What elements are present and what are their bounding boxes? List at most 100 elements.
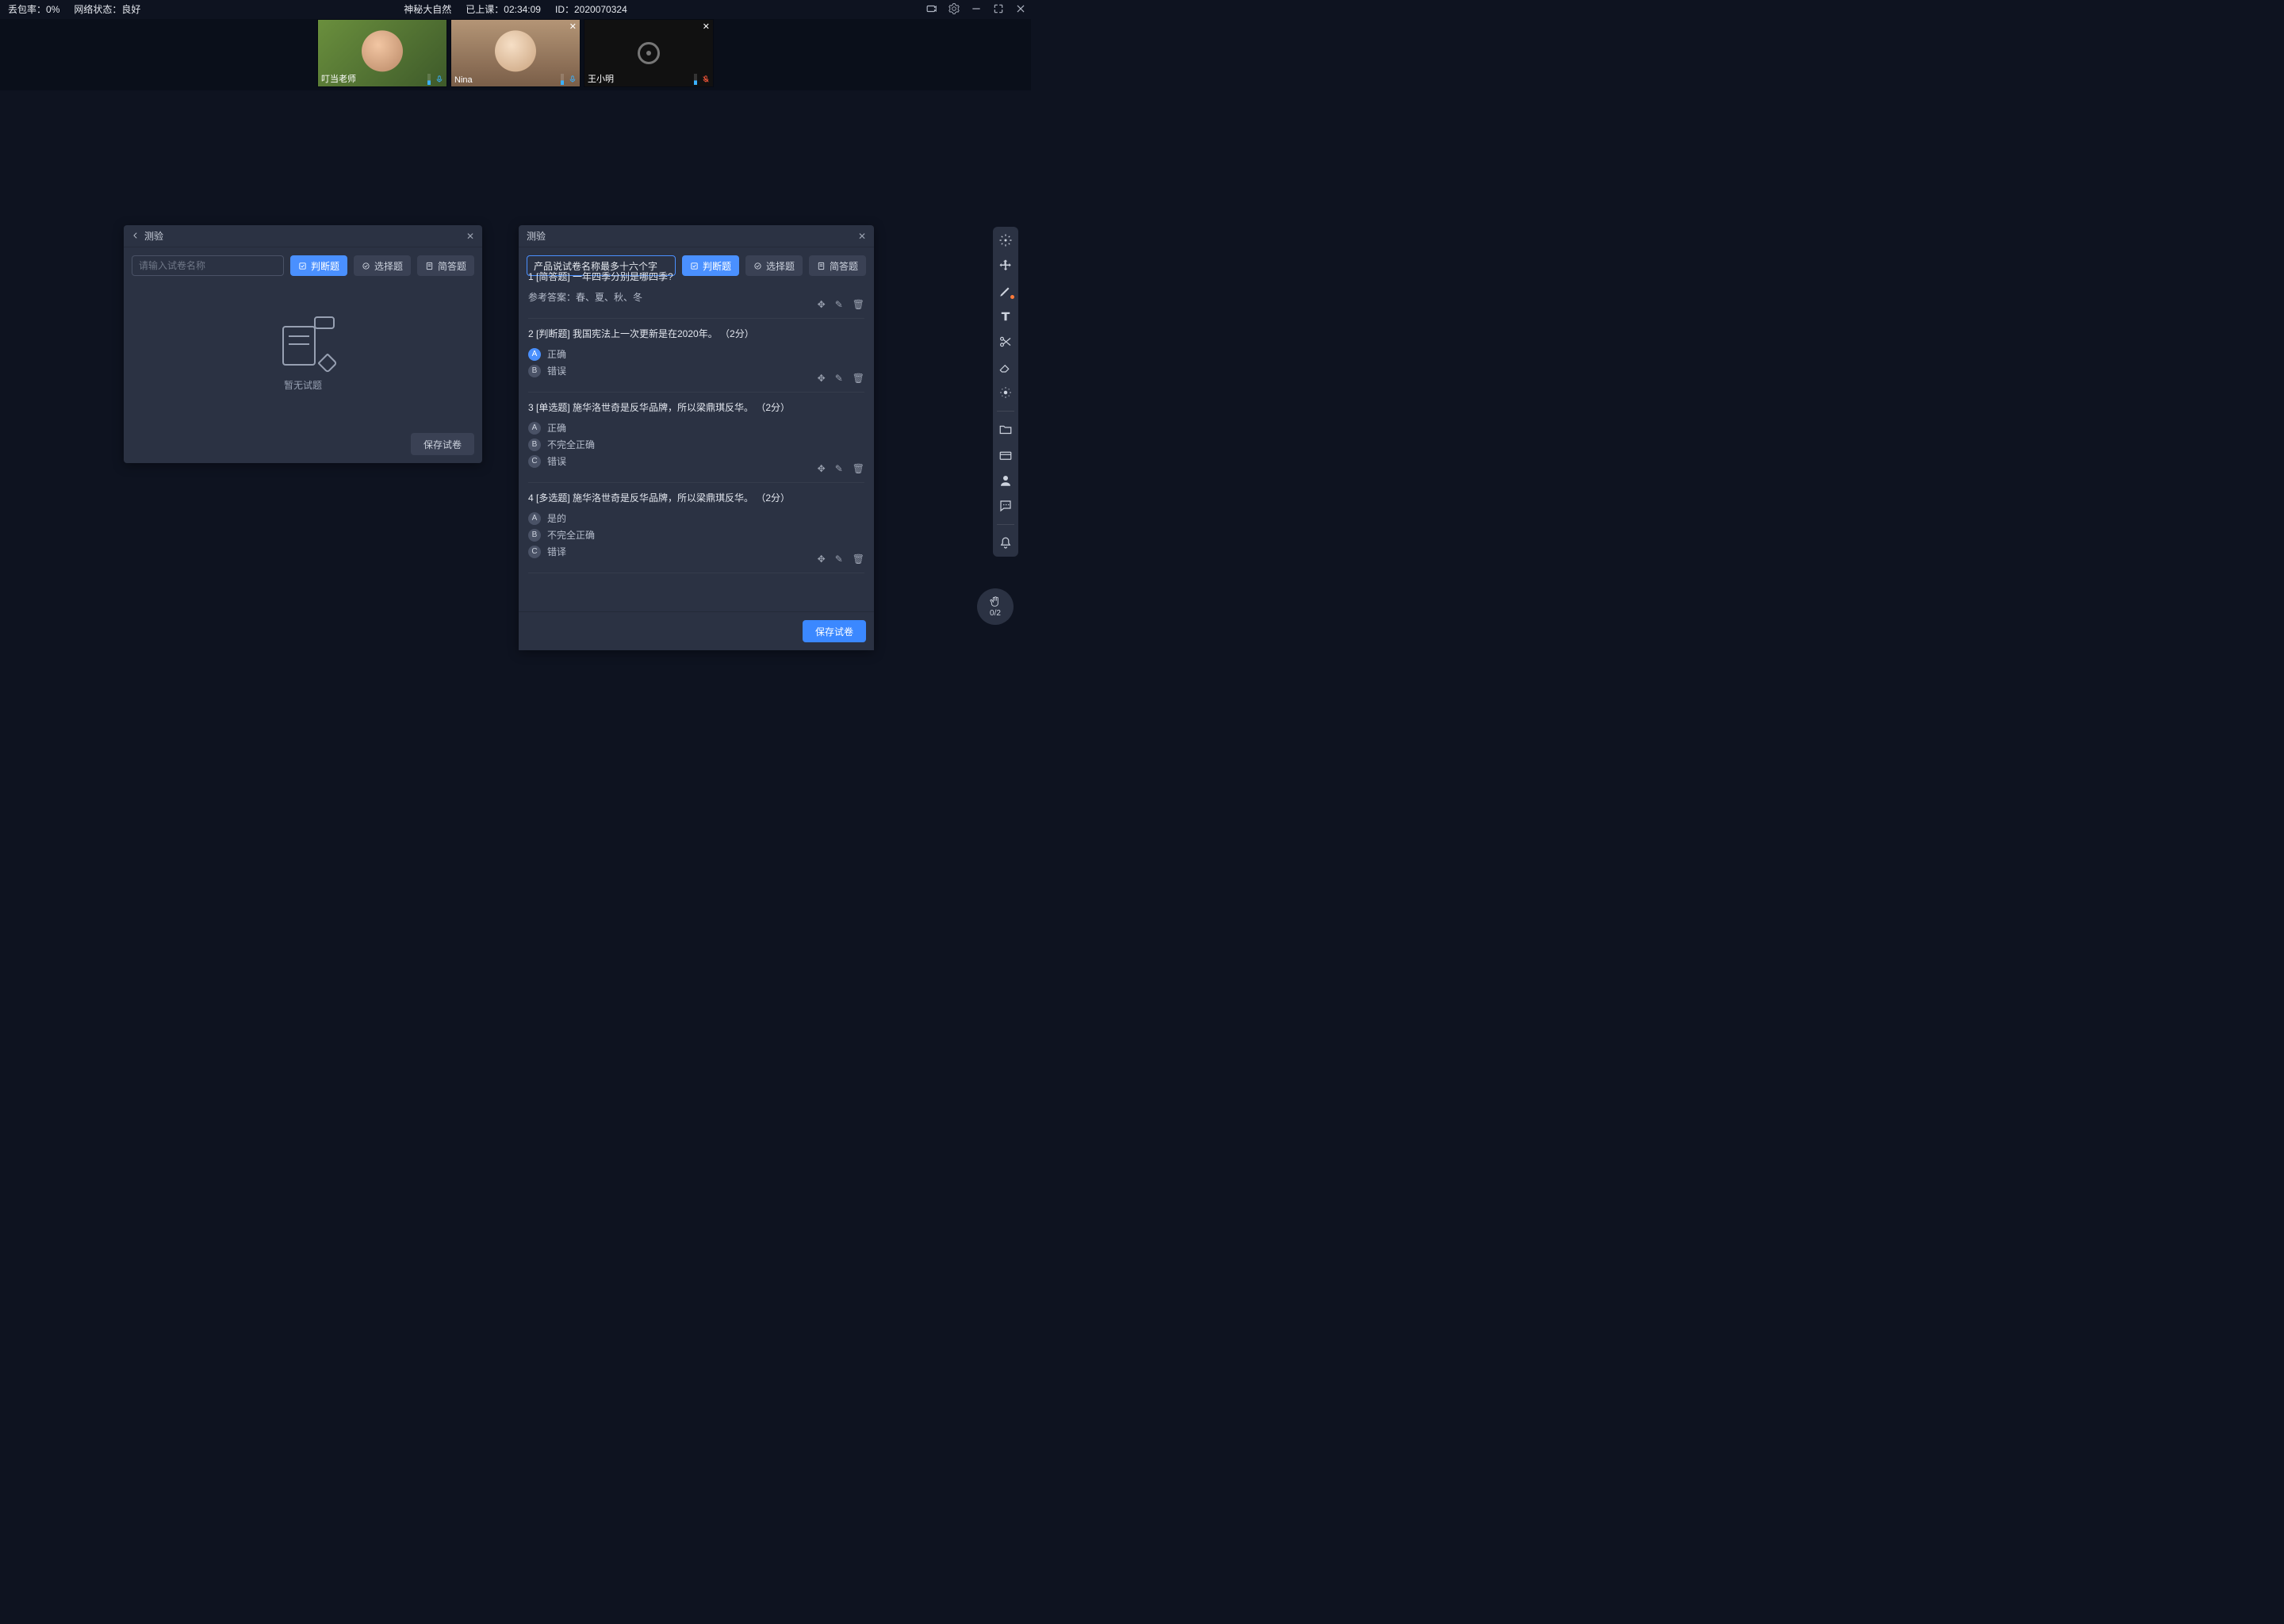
eraser-icon[interactable]: [998, 360, 1013, 374]
option-text: 不完全正确: [547, 438, 595, 451]
edit-icon[interactable]: ✎: [835, 373, 843, 384]
panel-close-icon[interactable]: ✕: [858, 231, 866, 242]
question-option[interactable]: B 错误: [528, 364, 864, 377]
panel-close-icon[interactable]: ✕: [466, 231, 474, 242]
mic-icon: [569, 74, 577, 85]
add-choice-button[interactable]: 选择题: [354, 255, 411, 276]
participant-name: Nina: [454, 75, 473, 85]
fullscreen-icon[interactable]: [993, 3, 1004, 14]
question-title: 3 [单选题] 施华洛世奇是反华品牌，所以梁鼎琪反华。 （2分）: [528, 400, 864, 415]
hand-icon: [989, 596, 1002, 608]
move-icon[interactable]: ✥: [818, 373, 826, 384]
quiz-name-input[interactable]: [132, 255, 284, 276]
folder-icon[interactable]: [998, 423, 1013, 437]
add-short-button[interactable]: 简答题: [417, 255, 474, 276]
delete-icon[interactable]: 🗑: [853, 553, 864, 565]
option-text: 不完全正确: [547, 528, 595, 542]
video-card-teacher[interactable]: 叮当老师: [317, 19, 447, 87]
hand-count: 0/2: [990, 609, 1001, 618]
option-text: 正确: [547, 347, 566, 361]
panel-title: 测验: [144, 229, 163, 243]
move-icon[interactable]: ✥: [818, 553, 826, 565]
option-badge: B: [528, 439, 541, 451]
add-judge-button[interactable]: 判断题: [290, 255, 347, 276]
empty-text: 暂无试题: [284, 378, 322, 392]
option-badge: B: [528, 529, 541, 542]
bell-icon[interactable]: [998, 536, 1013, 550]
empty-state: 暂无试题: [124, 284, 482, 427]
delete-icon[interactable]: 🗑: [853, 373, 864, 384]
question-option[interactable]: B 不完全正确: [528, 528, 864, 542]
video-close-icon[interactable]: ✕: [569, 21, 577, 32]
courseware-icon[interactable]: [998, 448, 1013, 462]
user-icon[interactable]: [998, 473, 1013, 488]
delete-icon[interactable]: 🗑: [853, 299, 864, 310]
video-row: 叮当老师 ✕ Nina ✕ 王小明: [0, 19, 1031, 90]
move-icon[interactable]: ✥: [818, 299, 826, 310]
elapsed-time: 已上课：02:34:09: [466, 2, 541, 16]
minimize-icon[interactable]: [971, 3, 982, 14]
question-option[interactable]: A 正确: [528, 347, 864, 361]
participant-name: 叮当老师: [321, 72, 356, 85]
camera-toggle-icon[interactable]: [926, 3, 937, 14]
question-title: 4 [多选题] 施华洛世奇是反华品牌，所以梁鼎琪反华。 （2分）: [528, 491, 864, 505]
option-text: 错误: [547, 454, 566, 468]
option-text: 正确: [547, 421, 566, 435]
quiz-panel-filled: 测验 ✕ 判断题 选择题 简答题 1 [简答题] 一年四季分别是哪四季?参考答案…: [519, 225, 874, 650]
question-item: 4 [多选题] 施华洛世奇是反华品牌，所以梁鼎琪反华。 （2分） A是的 B 不完全正…: [528, 483, 864, 573]
edit-icon[interactable]: ✎: [835, 463, 843, 474]
delete-icon[interactable]: 🗑: [853, 463, 864, 474]
edit-icon[interactable]: ✎: [835, 299, 843, 310]
video-card-student[interactable]: ✕ 王小明: [584, 19, 714, 87]
cursor-click-icon[interactable]: [998, 233, 1013, 247]
move-icon[interactable]: [998, 259, 1013, 273]
option-badge: C: [528, 546, 541, 558]
panel-title: 测验: [527, 229, 546, 243]
course-name: 神秘大自然: [404, 2, 451, 16]
option-badge: B: [528, 365, 541, 377]
camera-off-icon: [638, 42, 660, 64]
save-quiz-button[interactable]: 保存试卷: [803, 620, 866, 642]
option-badge: A: [528, 512, 541, 525]
edit-icon[interactable]: ✎: [835, 553, 843, 565]
pen-icon[interactable]: [998, 284, 1013, 298]
question-option[interactable]: A 正确: [528, 421, 864, 435]
chat-icon[interactable]: [998, 499, 1013, 513]
brightness-icon[interactable]: [998, 385, 1013, 400]
scissors-icon[interactable]: [998, 335, 1013, 349]
video-card-student[interactable]: ✕ Nina: [450, 19, 581, 87]
quiz-panel-empty: 测验 ✕ 判断题 选择题 简答题 暂无试题 保存试卷: [124, 225, 482, 463]
question-item: 3 [单选题] 施华洛世奇是反华品牌，所以梁鼎琪反华。 （2分） A 正确 B 不完全正…: [528, 393, 864, 483]
option-text: 错译: [547, 545, 566, 558]
question-option[interactable]: C 错误: [528, 454, 864, 468]
top-bar: 丢包率：0% 网络状态：良好 神秘大自然 已上课：02:34:09 ID：202…: [0, 0, 1031, 17]
back-icon[interactable]: [132, 231, 140, 242]
app-root: 丢包率：0% 网络状态：良好 神秘大自然 已上课：02:34:09 ID：202…: [0, 0, 1031, 733]
question-title: 2 [判断题] 我国宪法上一次更新是在2020年。 （2分）: [528, 327, 864, 341]
close-icon[interactable]: [1015, 3, 1026, 14]
save-quiz-button[interactable]: 保存试卷: [411, 433, 474, 455]
question-option[interactable]: B 不完全正确: [528, 438, 864, 451]
option-text: 错误: [547, 364, 566, 377]
packet-loss: 丢包率：0%: [8, 2, 59, 16]
question-option[interactable]: A是的: [528, 511, 864, 525]
mic-icon: [435, 74, 443, 85]
question-title: 1 [简答题] 一年四季分别是哪四季?: [528, 270, 864, 284]
option-badge: A: [528, 422, 541, 435]
question-item: 1 [简答题] 一年四季分别是哪四季? 参考答案：春、夏、秋、冬✥ ✎ 🗑: [528, 262, 864, 319]
option-badge: A: [528, 348, 541, 361]
raise-hand-button[interactable]: 0/2: [977, 588, 1014, 625]
video-close-icon[interactable]: ✕: [703, 21, 710, 32]
option-badge: C: [528, 455, 541, 468]
move-icon[interactable]: ✥: [818, 463, 826, 474]
network-status: 网络状态：良好: [74, 2, 140, 16]
question-item: 2 [判断题] 我国宪法上一次更新是在2020年。 （2分） A 正确 B 错误 ✥ ✎ 🗑: [528, 319, 864, 393]
question-option[interactable]: C 错译: [528, 545, 864, 558]
whiteboard-toolbar: [993, 227, 1018, 557]
question-list[interactable]: 1 [简答题] 一年四季分别是哪四季?参考答案：春、夏、秋、冬✥✎🗑2 [判断题…: [519, 262, 874, 615]
session-id: ID：2020070324: [555, 2, 627, 16]
settings-icon[interactable]: [948, 3, 960, 14]
participant-name: 王小明: [588, 72, 614, 85]
question-answer: 参考答案：春、夏、秋、冬: [528, 290, 864, 304]
text-icon[interactable]: [998, 309, 1013, 324]
